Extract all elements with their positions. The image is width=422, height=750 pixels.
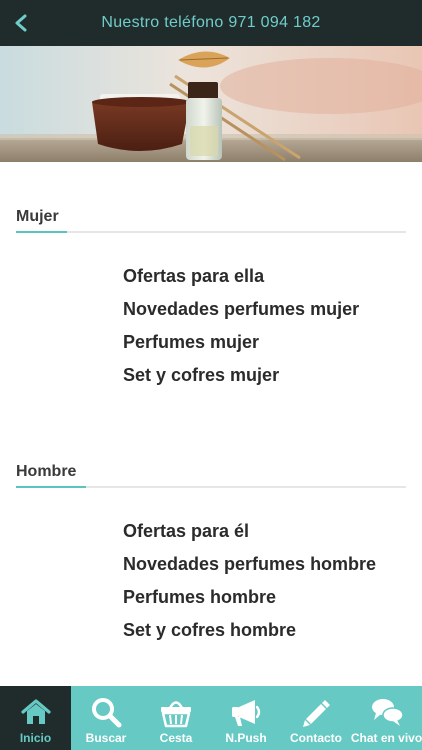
section-title-hombre: Hombre <box>16 463 77 480</box>
chevron-left-icon <box>15 14 27 32</box>
section-divider-hombre <box>16 486 406 488</box>
tab-label: Chat en vivo <box>351 731 422 745</box>
tab-label: N.Push <box>225 731 267 745</box>
menu-list-mujer: Ofertas para ella Novedades perfumes muj… <box>123 266 359 398</box>
top-bar: Nuestro teléfono 971 094 182 <box>0 0 422 46</box>
banner-image <box>0 46 422 162</box>
menu-list-hombre: Ofertas para él Novedades perfumes hombr… <box>123 521 376 653</box>
tab-label: Cesta <box>159 731 193 745</box>
menu-item-perfumes-mujer[interactable]: Perfumes mujer <box>123 332 359 365</box>
back-button[interactable] <box>6 8 36 38</box>
menu-item-ofertas-el[interactable]: Ofertas para él <box>123 521 376 554</box>
section-accent <box>16 486 86 488</box>
tab-inicio[interactable]: Inicio <box>0 686 71 750</box>
menu-item-ofertas-ella[interactable]: Ofertas para ella <box>123 266 359 299</box>
tab-label: Buscar <box>85 731 127 745</box>
menu-item-perfumes-hombre[interactable]: Perfumes hombre <box>123 587 376 620</box>
tab-buscar[interactable]: Buscar <box>71 686 141 750</box>
menu-item-novedades-hombre[interactable]: Novedades perfumes hombre <box>123 554 376 587</box>
menu-item-set-cofres-hombre[interactable]: Set y cofres hombre <box>123 620 376 653</box>
bottom-tab-bar: Inicio Buscar Cesta N.Push Contacto Chat… <box>0 686 422 750</box>
tab-chat[interactable]: Chat en vivo <box>351 686 422 750</box>
tab-label: Contacto <box>290 731 342 745</box>
phone-title[interactable]: Nuestro teléfono 971 094 182 <box>101 14 320 32</box>
pencil-icon <box>303 700 330 727</box>
tab-cesta[interactable]: Cesta <box>141 686 211 750</box>
menu-item-novedades-mujer[interactable]: Novedades perfumes mujer <box>123 299 359 332</box>
home-icon <box>20 699 51 724</box>
menu-item-set-cofres-mujer[interactable]: Set y cofres mujer <box>123 365 359 398</box>
tab-npush[interactable]: N.Push <box>211 686 281 750</box>
section-divider-mujer <box>16 231 406 233</box>
basket-icon <box>161 701 191 728</box>
tab-label: Inicio <box>19 731 52 745</box>
search-icon <box>92 698 122 728</box>
section-title-mujer: Mujer <box>16 208 59 225</box>
megaphone-icon <box>232 700 261 726</box>
chat-icon <box>371 699 404 726</box>
section-accent <box>16 231 67 233</box>
tab-contacto[interactable]: Contacto <box>281 686 351 750</box>
